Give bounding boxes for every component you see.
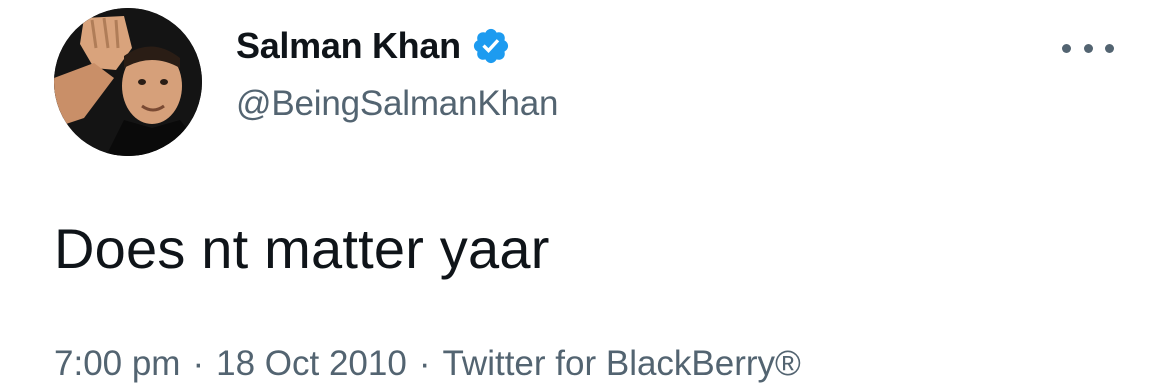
more-dot (1105, 43, 1114, 53)
more-dot (1083, 43, 1093, 53)
more-options-icon[interactable] (1062, 28, 1114, 68)
user-name-row: Salman Khan (236, 22, 511, 70)
tweet-text: Does nt matter yaar (54, 217, 550, 280)
avatar-photo (54, 8, 202, 156)
avatar[interactable] (54, 8, 202, 156)
tweet-date[interactable]: 18 Oct 2010 (216, 344, 407, 383)
tweet-time[interactable]: 7:00 pm (54, 344, 180, 383)
tweet-meta: 7:00 pm · 18 Oct 2010 · Twitter for BlackBer… (54, 344, 801, 384)
meta-separator: · (192, 344, 205, 383)
meta-separator: · (418, 344, 431, 383)
tweet-card: Salman Khan @BeingSalmanKhan Does nt mat… (0, 0, 1170, 389)
more-dot (1062, 43, 1071, 53)
verified-badge-icon (471, 26, 511, 66)
user-handle[interactable]: @BeingSalmanKhan (236, 84, 558, 124)
tweet-source: Twitter for BlackBerry® (442, 344, 801, 383)
display-name[interactable]: Salman Khan (236, 25, 461, 67)
